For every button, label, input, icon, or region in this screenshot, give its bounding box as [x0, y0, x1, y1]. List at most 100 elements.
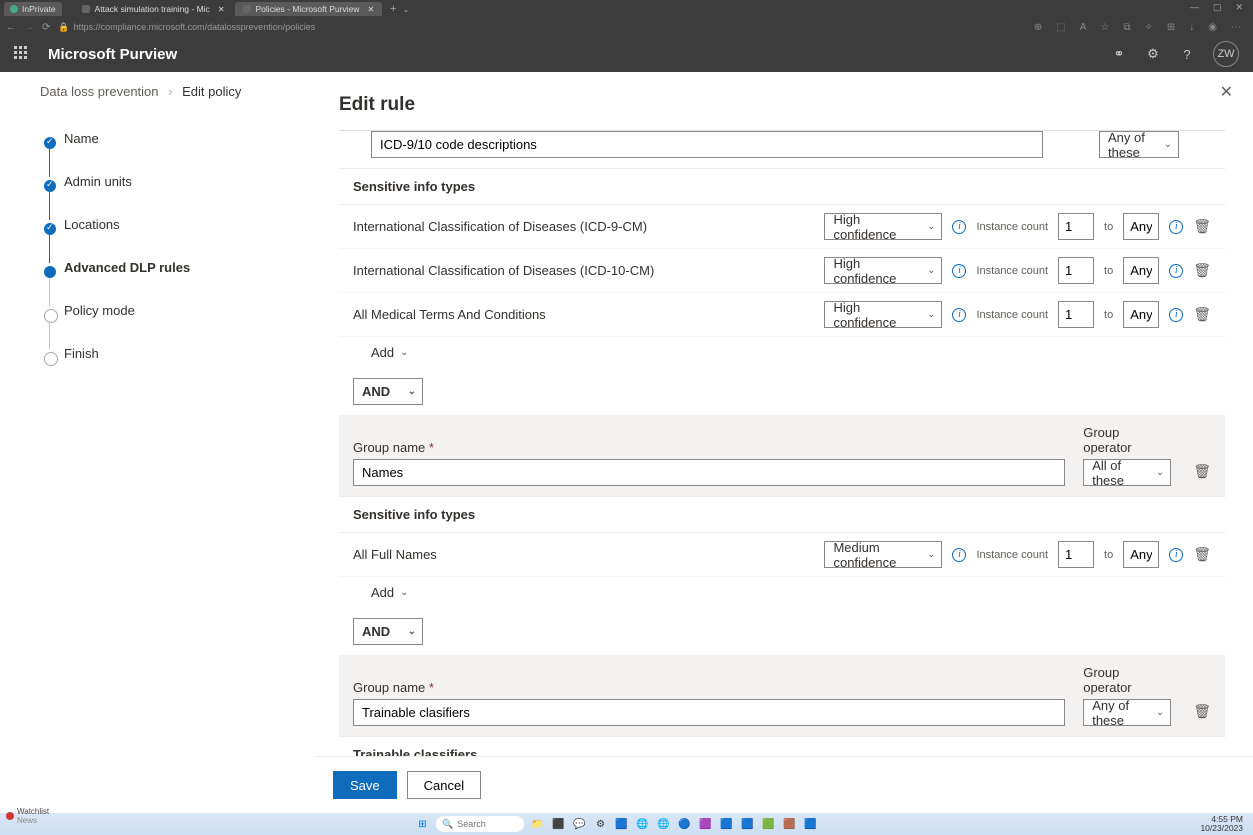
sit-row: International Classification of Diseases…: [339, 205, 1225, 249]
shield-icon: [82, 5, 90, 13]
taskbar-app-icon[interactable]: 🟦: [803, 817, 818, 832]
activities-icon[interactable]: ⚭: [1111, 46, 1127, 62]
taskbar-app-icon[interactable]: ⚙: [593, 817, 608, 832]
browser-tab[interactable]: Policies - Microsoft Purview ✕: [235, 2, 383, 16]
instance-from-input[interactable]: [1058, 301, 1094, 328]
group-operator-select[interactable]: All of these⌄: [1083, 459, 1171, 486]
instance-to-input[interactable]: [1123, 257, 1159, 284]
start-button[interactable]: ⊞: [415, 817, 430, 832]
read-aloud-icon[interactable]: ⬚: [1056, 22, 1065, 33]
confidence-select[interactable]: High confidence⌄: [824, 213, 942, 240]
app-launcher-icon[interactable]: [14, 46, 30, 62]
back-button[interactable]: ←: [6, 22, 16, 33]
sit-name: International Classification of Diseases…: [353, 263, 814, 278]
help-icon[interactable]: ?: [1179, 46, 1195, 62]
new-tab-button[interactable]: +: [390, 3, 396, 15]
chevron-down-icon: ⌄: [1164, 139, 1172, 150]
confidence-select[interactable]: High confidence⌄: [824, 301, 942, 328]
taskbar-app-icon[interactable]: 🟦: [719, 817, 734, 832]
delete-row-button[interactable]: 🗑: [1193, 546, 1211, 563]
save-button[interactable]: Save: [333, 771, 397, 799]
more-icon[interactable]: ⋯: [1231, 22, 1241, 33]
instance-to-input[interactable]: [1123, 213, 1159, 240]
add-button[interactable]: Add⌄: [339, 577, 1225, 608]
refresh-button[interactable]: ⟳: [42, 22, 50, 33]
taskbar-app-icon[interactable]: 🟫: [782, 817, 797, 832]
instance-from-input[interactable]: [1058, 541, 1094, 568]
info-icon[interactable]: i: [1169, 264, 1183, 278]
delete-row-button[interactable]: 🗑: [1193, 306, 1211, 323]
window-minimize-button[interactable]: —: [1190, 2, 1199, 13]
step-locations[interactable]: Locations: [38, 217, 315, 232]
group-operator-select[interactable]: Any of these⌄: [1099, 131, 1179, 158]
flyout-scroll-area[interactable]: Any of these⌄ Sensitive info types Inter…: [339, 130, 1225, 756]
step-admin-units[interactable]: Admin units: [38, 174, 315, 189]
info-icon[interactable]: i: [1169, 308, 1183, 322]
user-avatar[interactable]: ZW: [1213, 41, 1239, 67]
instance-to-input[interactable]: [1123, 541, 1159, 568]
info-icon[interactable]: i: [1169, 548, 1183, 562]
add-button[interactable]: Add⌄: [339, 337, 1225, 368]
taskbar-app-icon[interactable]: 🟪: [698, 817, 713, 832]
taskbar-app-icon[interactable]: 🌐: [656, 817, 671, 832]
close-icon[interactable]: ✕: [367, 5, 374, 14]
taskbar-app-icon[interactable]: 🟩: [761, 817, 776, 832]
profile-icon[interactable]: ◉: [1208, 22, 1217, 33]
taskbar-search[interactable]: 🔍Search: [436, 816, 524, 832]
taskbar-app-icon[interactable]: 🌐: [635, 817, 650, 832]
close-icon[interactable]: ✕: [218, 5, 225, 14]
logic-operator-select[interactable]: AND⌄: [353, 618, 423, 645]
split-icon[interactable]: ⧉: [1123, 22, 1130, 33]
windows-taskbar[interactable]: WatchlistNews ⊞ 🔍Search 📁 ⬛ 💬 ⚙ 🟦 🌐 🌐 🔵 …: [0, 813, 1253, 835]
delete-row-button[interactable]: 🗑: [1193, 262, 1211, 279]
confidence-select[interactable]: High confidence⌄: [824, 257, 942, 284]
delete-group-button[interactable]: 🗑: [1193, 697, 1211, 726]
tab-chevron-icon[interactable]: ⌄: [403, 5, 410, 14]
instance-from-input[interactable]: [1058, 213, 1094, 240]
group-operator-select[interactable]: Any of these⌄: [1083, 699, 1171, 726]
info-icon[interactable]: i: [1169, 220, 1183, 234]
step-policy-mode[interactable]: Policy mode: [38, 303, 315, 318]
group-name-input[interactable]: [353, 699, 1065, 726]
instance-from-input[interactable]: [1058, 257, 1094, 284]
collections-icon[interactable]: ✧: [1144, 22, 1152, 33]
info-icon[interactable]: i: [952, 308, 966, 322]
system-clock[interactable]: 4:55 PM 10/23/2023: [1190, 815, 1253, 834]
zoom-icon[interactable]: ⊕: [1034, 22, 1042, 33]
address-bar[interactable]: 🔒 https://compliance.microsoft.com/datal…: [58, 22, 315, 33]
downloads-icon[interactable]: ↓: [1189, 22, 1194, 33]
info-icon[interactable]: i: [952, 220, 966, 234]
taskbar-app-icon[interactable]: ⬛: [551, 817, 566, 832]
taskbar-app-icon[interactable]: 📁: [530, 817, 545, 832]
app-brand[interactable]: Microsoft Purview: [48, 46, 177, 63]
group-name-input[interactable]: [371, 131, 1043, 158]
close-flyout-button[interactable]: ✕: [1220, 82, 1233, 102]
to-label: to: [1104, 221, 1113, 233]
window-maximize-button[interactable]: ▢: [1213, 2, 1222, 13]
window-close-button[interactable]: ✕: [1235, 2, 1243, 13]
browser-tab[interactable]: Attack simulation training - Mic ✕: [74, 2, 233, 16]
delete-group-button[interactable]: 🗑: [1193, 457, 1211, 486]
step-name[interactable]: Name: [38, 131, 315, 146]
logic-operator-select[interactable]: AND⌄: [353, 378, 423, 405]
group-name-input[interactable]: [353, 459, 1065, 486]
taskbar-app-icon[interactable]: 🟦: [740, 817, 755, 832]
breadcrumb-root[interactable]: Data loss prevention: [40, 84, 159, 99]
info-icon[interactable]: i: [952, 264, 966, 278]
step-advanced-dlp-rules[interactable]: Advanced DLP rules: [38, 260, 315, 275]
favorite-icon[interactable]: ☆: [1100, 22, 1109, 33]
appearance-icon[interactable]: A: [1080, 22, 1087, 33]
info-icon[interactable]: i: [952, 548, 966, 562]
settings-icon[interactable]: ⚙: [1145, 46, 1161, 62]
cancel-button[interactable]: Cancel: [407, 771, 481, 799]
taskbar-app-icon[interactable]: 🔵: [677, 817, 692, 832]
step-finish[interactable]: Finish: [38, 346, 315, 361]
taskbar-app-icon[interactable]: 💬: [572, 817, 587, 832]
extensions-icon[interactable]: ⊞: [1167, 22, 1175, 33]
confidence-select[interactable]: Medium confidence⌄: [824, 541, 942, 568]
browser-toolbar: ← → ⟳ 🔒 https://compliance.microsoft.com…: [0, 18, 1253, 36]
instance-to-input[interactable]: [1123, 301, 1159, 328]
news-widget[interactable]: WatchlistNews: [6, 807, 49, 825]
taskbar-app-icon[interactable]: 🟦: [614, 817, 629, 832]
delete-row-button[interactable]: 🗑: [1193, 218, 1211, 235]
